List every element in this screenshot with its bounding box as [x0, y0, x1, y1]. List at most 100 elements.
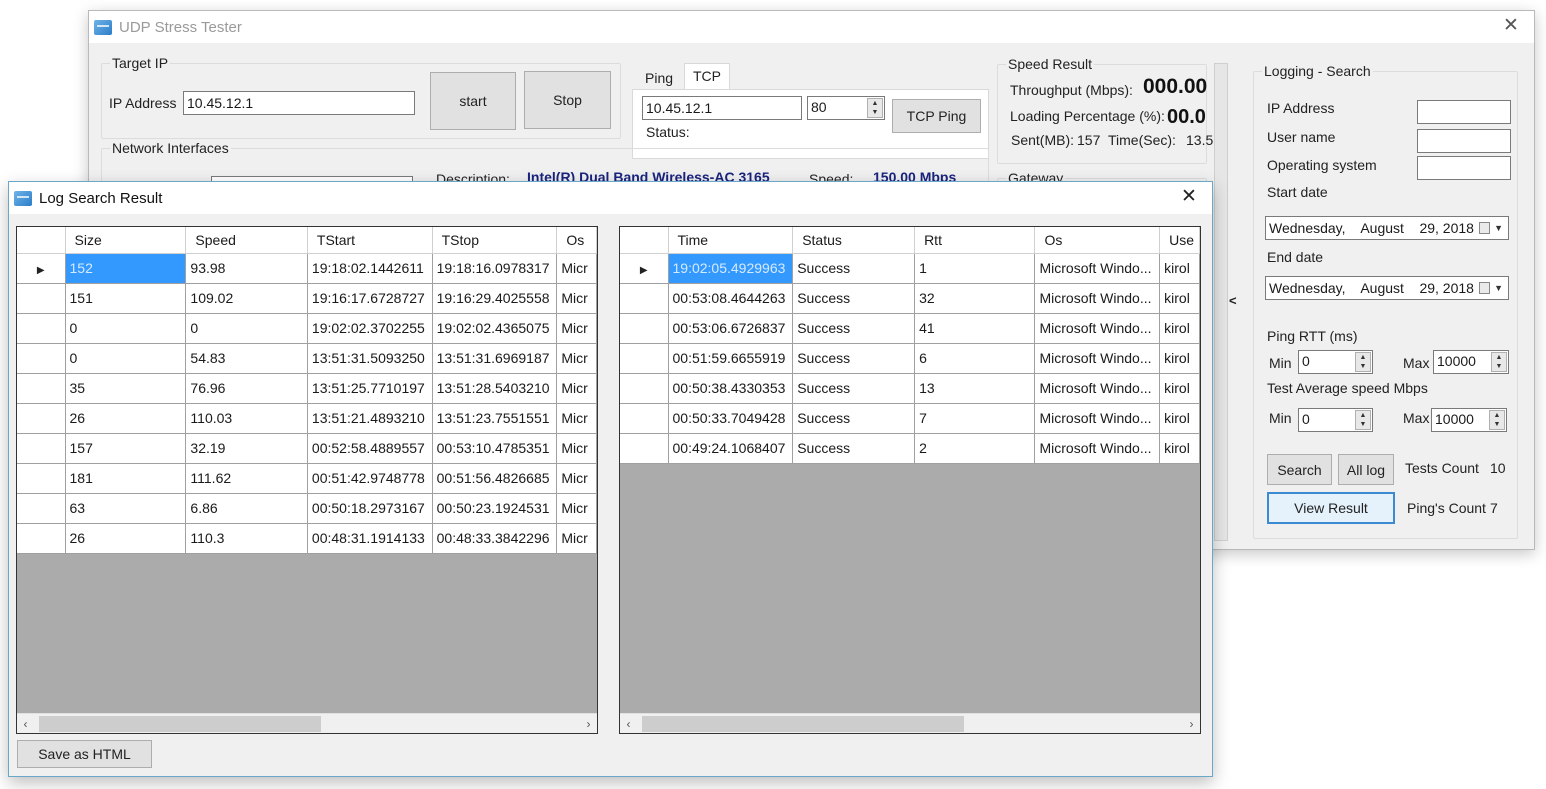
row-header[interactable]: [620, 342, 669, 374]
cell-use[interactable]: kirol: [1159, 342, 1200, 374]
cell-os[interactable]: Micr: [556, 432, 597, 464]
cell-speed[interactable]: 93.98: [185, 252, 308, 284]
row-header[interactable]: [620, 402, 669, 434]
row-header[interactable]: ▶: [620, 252, 669, 284]
cell-os[interactable]: Micr: [556, 282, 597, 314]
rtt-min-spinner[interactable]: 0 ▲ ▼: [1298, 350, 1373, 374]
cell-os[interactable]: Microsoft Windo...: [1034, 282, 1161, 314]
cell-tstop[interactable]: 13:51:31.6969187: [431, 342, 558, 374]
cell-speed[interactable]: 76.96: [185, 372, 308, 404]
cell-size[interactable]: 157: [64, 432, 187, 464]
spin-up-icon[interactable]: ▲: [1492, 353, 1506, 362]
row-header[interactable]: [17, 282, 66, 314]
cell-os[interactable]: Micr: [556, 342, 597, 374]
table-row[interactable]: 63 6.86 00:50:18.2973167 00:50:23.1924531 Mi…: [17, 492, 597, 524]
cell-tstart[interactable]: 00:50:18.2973167: [306, 492, 433, 524]
cell-tstart[interactable]: 00:51:42.9748778: [306, 462, 433, 494]
spin-down-icon[interactable]: ▼: [868, 108, 882, 117]
cell-tstop[interactable]: 00:50:23.1924531: [431, 492, 558, 524]
table-row[interactable]: 00:49:24.1068407 Success 2 Microsoft Windo.…: [620, 432, 1200, 464]
cell-size[interactable]: 26: [64, 522, 187, 554]
table-row[interactable]: 157 32.19 00:52:58.4889557 00:53:10.4785351…: [17, 432, 597, 464]
row-header[interactable]: [620, 282, 669, 314]
table-row[interactable]: 00:53:06.6726837 Success 41 Microsoft Windo…: [620, 312, 1200, 344]
cell-status[interactable]: Success: [792, 432, 916, 464]
table-row[interactable]: ▶ 152 93.98 19:18:02.1442611 19:18:16.097831…: [17, 252, 597, 284]
log-os-input[interactable]: [1417, 156, 1511, 180]
table-row[interactable]: 00:50:33.7049428 Success 7 Microsoft Windo.…: [620, 402, 1200, 434]
cell-tstop[interactable]: 13:51:28.5403210: [431, 372, 558, 404]
cell-os[interactable]: Microsoft Windo...: [1034, 342, 1161, 374]
log-user-input[interactable]: [1417, 129, 1511, 153]
cell-os[interactable]: Micr: [556, 252, 597, 284]
cell-speed[interactable]: 54.83: [185, 342, 308, 374]
column-header-os[interactable]: Os: [556, 227, 597, 254]
cell-os[interactable]: Micr: [556, 312, 597, 344]
spin-up-icon[interactable]: ▲: [1356, 353, 1370, 362]
row-header[interactable]: [17, 372, 66, 404]
cell-tstart[interactable]: 13:51:25.7710197: [306, 372, 433, 404]
spinner-arrows[interactable]: ▲ ▼: [1355, 410, 1371, 430]
spin-up-icon[interactable]: ▲: [868, 99, 882, 108]
dropdown-arrow-icon[interactable]: ▼: [1494, 217, 1503, 239]
cell-os[interactable]: Microsoft Windo...: [1034, 402, 1161, 434]
spinner-arrows[interactable]: ▲ ▼: [867, 98, 883, 118]
row-header[interactable]: [620, 312, 669, 344]
column-header-os[interactable]: Os: [1034, 227, 1161, 254]
scroll-right-icon[interactable]: ›: [1183, 715, 1200, 733]
cell-rtt[interactable]: 7: [914, 402, 1036, 434]
table-row[interactable]: 0 54.83 13:51:31.5093250 13:51:31.6969187 Mi…: [17, 342, 597, 374]
log-close-icon[interactable]: ✕: [1178, 186, 1200, 208]
row-header[interactable]: [17, 462, 66, 494]
save-as-html-button[interactable]: Save as HTML: [17, 740, 152, 768]
row-header[interactable]: [17, 342, 66, 374]
cell-os[interactable]: Micr: [556, 402, 597, 434]
row-header[interactable]: [620, 432, 669, 464]
cell-size[interactable]: 26: [64, 402, 187, 434]
rtt-max-spinner[interactable]: 10000 ▲ ▼: [1433, 350, 1509, 374]
scroll-thumb[interactable]: [39, 716, 321, 732]
column-header-tstart[interactable]: TStart: [306, 227, 433, 254]
tab-ping[interactable]: Ping: [637, 67, 681, 89]
cell-tstart[interactable]: 19:02:02.3702255: [306, 312, 433, 344]
column-header-speed[interactable]: Speed: [185, 227, 308, 254]
column-header-rtt[interactable]: Rtt: [914, 227, 1036, 254]
spin-up-icon[interactable]: ▲: [1356, 411, 1370, 420]
cell-size[interactable]: 151: [64, 282, 187, 314]
spinner-arrows[interactable]: ▲ ▼: [1491, 352, 1507, 372]
tcp-ping-host-input[interactable]: 10.45.12.1: [642, 96, 802, 120]
scroll-right-icon[interactable]: ›: [580, 715, 597, 733]
cell-time[interactable]: 00:53:08.4644263: [667, 282, 794, 314]
cell-tstart[interactable]: 19:16:17.6728727: [306, 282, 433, 314]
column-header-tstop[interactable]: TStop: [431, 227, 558, 254]
table-row[interactable]: 00:53:08.4644263 Success 32 Microsoft Windo…: [620, 282, 1200, 314]
target-ip-input[interactable]: 10.45.12.1: [183, 91, 415, 115]
cell-use[interactable]: kirol: [1159, 432, 1200, 464]
scroll-left-icon[interactable]: ‹: [17, 715, 34, 733]
tcp-ping-button[interactable]: TCP Ping: [892, 99, 981, 133]
cell-status[interactable]: Success: [792, 402, 916, 434]
cell-tstop[interactable]: 19:16:29.4025558: [431, 282, 558, 314]
cell-status[interactable]: Success: [792, 372, 916, 404]
cell-tstart[interactable]: 00:48:31.1914133: [306, 522, 433, 554]
cell-size[interactable]: 35: [64, 372, 187, 404]
cell-tstop[interactable]: 13:51:23.7551551: [431, 402, 558, 434]
scroll-left-icon[interactable]: ‹: [620, 715, 637, 733]
tab-tcp-ping[interactable]: TCP Ping: [684, 63, 731, 108]
cell-status[interactable]: Success: [792, 342, 916, 374]
cell-os[interactable]: Micr: [556, 462, 597, 494]
table-row[interactable]: 00:51:59.6655919 Success 6 Microsoft Windo.…: [620, 342, 1200, 374]
cell-rtt[interactable]: 32: [914, 282, 1036, 314]
log-titlebar[interactable]: Log Search Result ✕: [9, 182, 1212, 214]
spinner-arrows[interactable]: ▲ ▼: [1489, 410, 1505, 430]
cell-speed[interactable]: 32.19: [185, 432, 308, 464]
row-header[interactable]: [620, 372, 669, 404]
cell-time[interactable]: 19:02:05.4929963: [667, 252, 794, 284]
log-ip-input[interactable]: [1417, 100, 1511, 124]
cell-speed[interactable]: 6.86: [185, 492, 308, 524]
cell-speed[interactable]: 110.03: [185, 402, 308, 434]
cell-time[interactable]: 00:50:38.4330353: [667, 372, 794, 404]
table-row[interactable]: 00:50:38.4330353 Success 13 Microsoft Windo…: [620, 372, 1200, 404]
cell-tstop[interactable]: 19:18:16.0978317: [431, 252, 558, 284]
start-date-picker[interactable]: Wednesday, August 29, 2018 ▼: [1265, 216, 1509, 240]
